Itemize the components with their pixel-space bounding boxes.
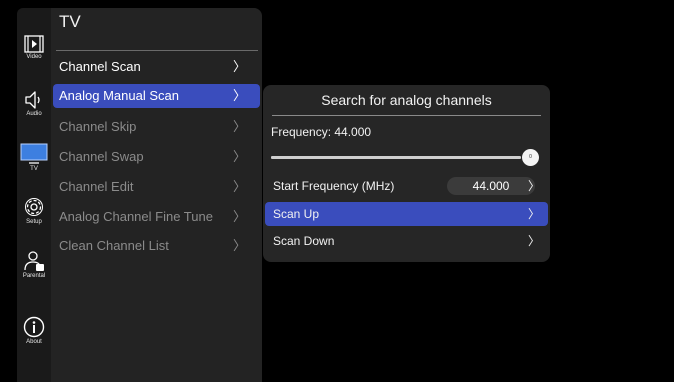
rail-item-parental[interactable]: Parental — [17, 250, 51, 279]
frequency-slider[interactable] — [271, 156, 521, 159]
frequency-slider-knob[interactable]: 0 — [522, 149, 539, 166]
start-frequency-field[interactable]: 44.000 — [447, 177, 535, 195]
start-frequency-row[interactable]: Start Frequency (MHz) 44.000 〉 — [265, 174, 548, 198]
menu-item-label: Channel Skip — [59, 119, 137, 134]
rail-label-about: About — [26, 339, 42, 345]
chevron-right-icon: 〉 — [232, 179, 246, 194]
chevron-right-icon: 〉 — [527, 207, 540, 221]
chevron-right-icon: 〉 — [232, 88, 246, 103]
menu-divider — [56, 50, 258, 51]
rail-label-setup: Setup — [26, 219, 42, 225]
rail-item-video[interactable]: Video — [17, 35, 51, 60]
parental-lock-icon — [24, 251, 44, 271]
menu-item-label: Clean Channel List — [59, 238, 169, 253]
rail-item-about[interactable]: About — [17, 316, 51, 345]
info-icon — [23, 316, 45, 338]
chevron-right-icon: 〉 — [527, 234, 540, 248]
frequency-readout: Frequency: 44.000 — [271, 125, 372, 139]
menu-item-label: Channel Edit — [59, 179, 134, 194]
speaker-icon — [25, 91, 40, 109]
panel-title: Search for analog channels — [321, 92, 492, 108]
frequency-slider-fill — [271, 156, 521, 159]
menu-title: TV — [59, 12, 81, 31]
menu-item-channel-skip[interactable]: Channel Skip 〉 — [53, 115, 260, 139]
rail-item-tv[interactable]: TV — [17, 143, 51, 172]
category-rail: Video Audio TV Setup Parental About — [17, 8, 51, 382]
chevron-right-icon: 〉 — [232, 209, 246, 224]
menu-item-label: Channel Scan — [59, 59, 141, 74]
gear-icon — [25, 198, 43, 216]
video-icon — [24, 35, 44, 53]
menu-item-channel-edit[interactable]: Channel Edit 〉 — [53, 175, 260, 199]
chevron-right-icon: 〉 — [232, 119, 246, 134]
scan-down-label: Scan Down — [273, 234, 335, 248]
menu-item-label: Channel Swap — [59, 149, 144, 164]
menu-item-channel-swap[interactable]: Channel Swap 〉 — [53, 145, 260, 169]
scan-up-label: Scan Up — [273, 207, 320, 221]
rail-label-audio: Audio — [26, 111, 42, 117]
menu-item-analog-manual-scan[interactable]: Analog Manual Scan 〉 — [53, 84, 260, 108]
scan-down-button[interactable]: Scan Down 〉 — [265, 229, 548, 253]
start-frequency-label: Start Frequency (MHz) — [273, 179, 395, 193]
tv-icon — [20, 143, 48, 164]
rail-label-tv: TV — [30, 166, 38, 172]
rail-label-video: Video — [26, 54, 42, 60]
chevron-right-icon: 〉 — [232, 238, 246, 253]
rail-label-parental: Parental — [22, 273, 46, 279]
analog-search-panel: Search for analog channels Frequency: 44… — [263, 85, 550, 262]
menu-item-label: Analog Channel Fine Tune — [59, 209, 213, 224]
chevron-right-icon: 〉 — [232, 149, 246, 164]
menu-item-analog-channel-fine-tune[interactable]: Analog Channel Fine Tune 〉 — [53, 205, 260, 229]
chevron-right-icon: 〉 — [527, 179, 540, 193]
chevron-right-icon: 〉 — [232, 59, 246, 74]
menu-item-label: Analog Manual Scan — [59, 88, 179, 103]
rail-item-audio[interactable]: Audio — [17, 90, 51, 117]
tv-menu: TV Channel Scan 〉 Analog Manual Scan 〉 C… — [51, 8, 262, 382]
panel-divider — [272, 115, 541, 116]
scan-up-button[interactable]: Scan Up 〉 — [265, 202, 548, 226]
menu-item-clean-channel-list[interactable]: Clean Channel List 〉 — [53, 234, 260, 258]
rail-item-setup[interactable]: Setup — [17, 196, 51, 225]
menu-item-channel-scan[interactable]: Channel Scan 〉 — [53, 55, 260, 79]
